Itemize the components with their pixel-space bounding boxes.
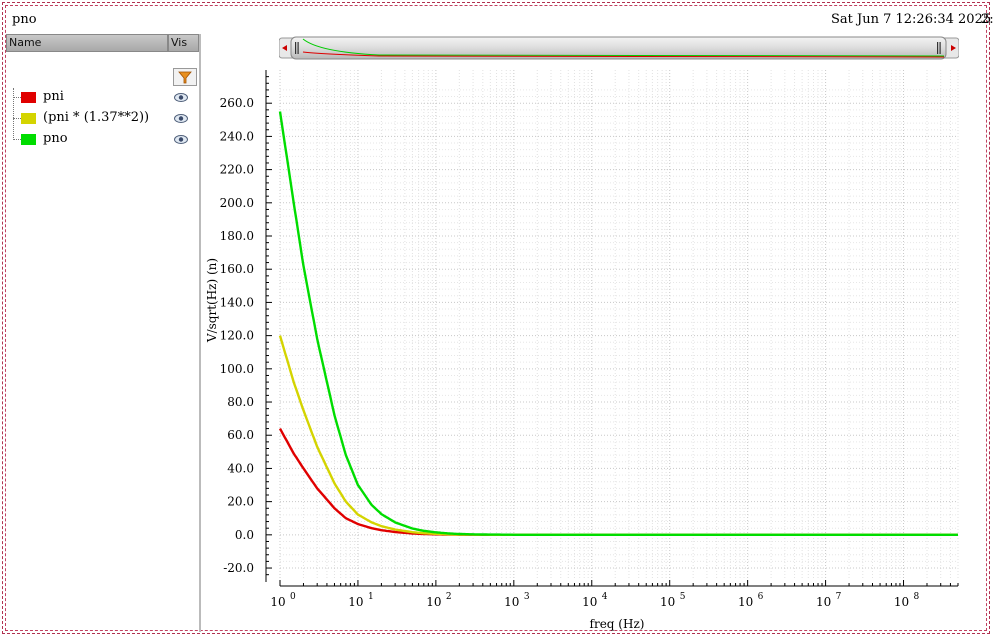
x-tick-label: 10 [426, 595, 441, 609]
scroll-left-arrow[interactable] [279, 40, 291, 56]
x-tick-label: 10 [270, 595, 285, 609]
filter-icon [178, 71, 192, 84]
x-tick-exponent: 5 [680, 592, 686, 602]
window-title: pno [12, 12, 37, 27]
y-tick-label: 20.0 [227, 495, 254, 509]
x-tick-label: 10 [582, 595, 597, 609]
tree-branch [13, 97, 21, 98]
slider-left-handle[interactable] [294, 40, 300, 56]
eye-icon[interactable] [174, 93, 188, 102]
y-tick-label: -20.0 [223, 561, 254, 575]
y-axis-label: V/sqrt(Hz) (n) [205, 258, 219, 343]
y-tick-label: 140.0 [220, 295, 254, 309]
y-tick-label: 80.0 [227, 395, 254, 409]
color-swatch [21, 134, 36, 145]
trace-line [278, 111, 958, 536]
x-tick-label: 10 [816, 595, 831, 609]
grid [279, 70, 959, 578]
x-tick-label: 10 [660, 595, 675, 609]
color-swatch [21, 92, 36, 103]
x-axis-label: freq (Hz) [590, 617, 645, 631]
y-tick-label: 200.0 [220, 196, 254, 210]
axes [265, 70, 958, 587]
y-tick-label: 100.0 [220, 362, 254, 376]
x-tick-exponent: 2 [446, 592, 452, 602]
y-tick-label: 120.0 [220, 329, 254, 343]
y-tick-label: 160.0 [220, 262, 254, 276]
slider-right-handle[interactable] [936, 40, 942, 56]
x-axis-ticks: 10 0 10 1 10 2 10 3 10 4 10 5 10 6 10 7 10 8 [270, 580, 959, 609]
traces [278, 111, 958, 536]
trace-label: pni [43, 89, 64, 104]
x-tick-exponent: 8 [914, 592, 920, 602]
trace-label: (pni * (1.37**2)) [43, 110, 150, 125]
x-tick-label: 10 [738, 595, 753, 609]
y-tick-label: 240.0 [220, 129, 254, 143]
eye-icon[interactable] [174, 135, 188, 144]
tree-line [13, 88, 14, 140]
x-tick-exponent: 7 [836, 592, 842, 602]
filter-button[interactable] [173, 68, 197, 86]
y-tick-label: 40.0 [227, 461, 254, 475]
timestamp: Sat Jun 7 12:26:34 2025 [831, 12, 992, 27]
x-tick-exponent: 6 [758, 592, 764, 602]
tree-branch [13, 118, 21, 119]
x-tick-label: 10 [348, 595, 363, 609]
x-tick-exponent: 0 [290, 592, 296, 602]
scroll-right-arrow[interactable] [947, 40, 959, 56]
tree-branch [13, 139, 21, 140]
x-tick-exponent: 4 [602, 592, 608, 602]
y-tick-label: 0.0 [235, 528, 254, 542]
plot-area[interactable]: -20.0 0.0 20.0 40.0 60.0 80.0 100.0 120.0 140.0 1… [200, 62, 990, 632]
x-tick-exponent: 1 [368, 592, 374, 602]
trace-label: pno [43, 131, 68, 146]
x-tick-label: 10 [504, 595, 519, 609]
x-tick-exponent: 3 [524, 592, 530, 602]
x-tick-label: 10 [894, 595, 909, 609]
y-axis-ticks: -20.0 0.0 20.0 40.0 60.0 80.0 100.0 120.0 140.0 1… [220, 76, 272, 576]
color-swatch [21, 113, 36, 124]
column-header-name[interactable]: Name [6, 34, 168, 52]
y-tick-label: 260.0 [220, 96, 254, 110]
y-tick-label: 220.0 [220, 163, 254, 177]
overview-slider-graphic [278, 36, 960, 60]
column-header-vis[interactable]: Vis [168, 34, 199, 52]
overview-slider[interactable] [278, 36, 960, 60]
eye-icon[interactable] [174, 114, 188, 123]
y-tick-label: 60.0 [227, 428, 254, 442]
timestamp-overflow: 2: [981, 12, 994, 27]
y-tick-label: 180.0 [220, 229, 254, 243]
